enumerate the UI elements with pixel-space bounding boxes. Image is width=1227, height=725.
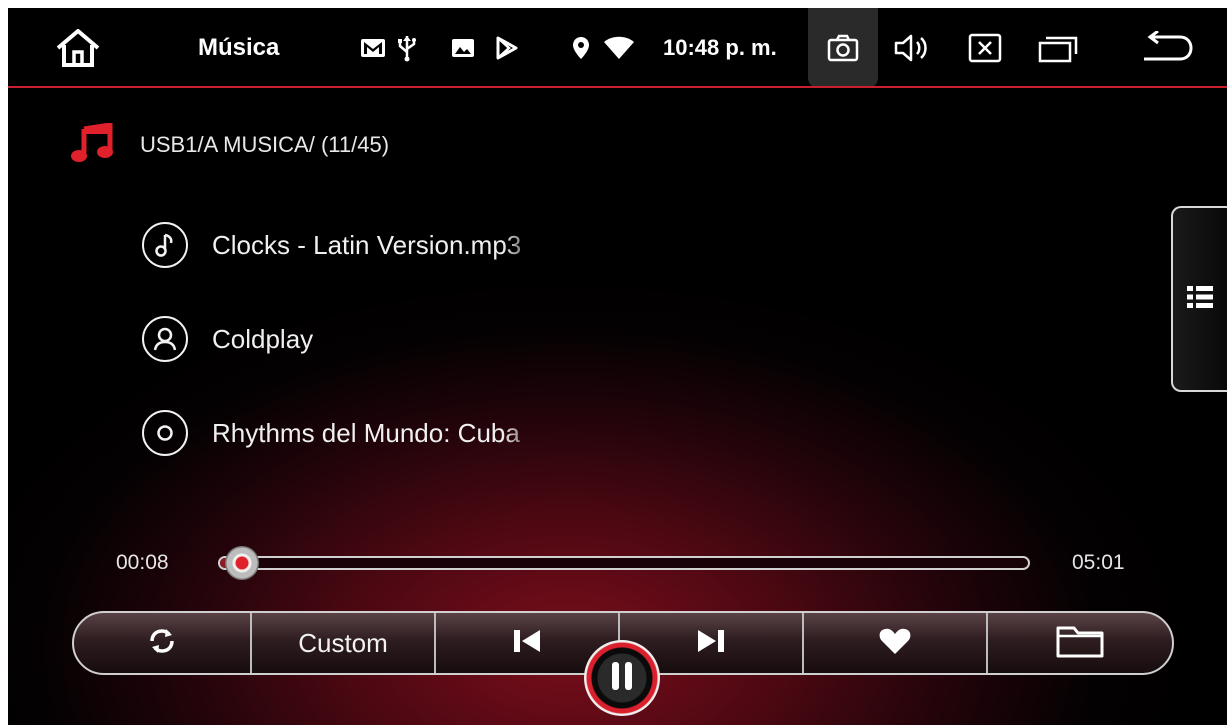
repeat-button[interactable]	[74, 613, 252, 673]
camera-icon[interactable]	[808, 8, 878, 88]
favorite-button[interactable]	[804, 613, 988, 673]
music-player-screen: Música 10:48 p. m. USB1/A MUSICA/ (11/45…	[8, 8, 1227, 725]
folder-path: USB1/A MUSICA/ (11/45)	[140, 132, 390, 157]
song-icon	[142, 222, 188, 268]
favorite-icon	[878, 626, 912, 661]
next-icon	[696, 628, 726, 659]
close-icon[interactable]	[963, 30, 1007, 66]
music-note-icon	[70, 121, 114, 168]
elapsed-time: 00:08	[116, 551, 169, 574]
volume-icon[interactable]	[888, 30, 938, 66]
repeat-icon	[145, 626, 179, 661]
list-icon	[1187, 284, 1213, 315]
time-text: 10:48 p. m.	[663, 35, 777, 60]
image-icon	[448, 30, 478, 66]
folder-button[interactable]	[988, 613, 1172, 673]
playlist-tab[interactable]	[1171, 206, 1227, 392]
back-icon[interactable]	[1136, 30, 1196, 66]
previous-icon	[512, 628, 542, 659]
location-icon	[568, 30, 594, 66]
status-bar: Música 10:48 p. m.	[8, 8, 1227, 88]
status-bar-divider	[8, 86, 1227, 88]
folder-icon	[1056, 624, 1104, 663]
seek-thumb[interactable]	[224, 546, 259, 580]
clock: 10:48 p. m.	[663, 30, 798, 66]
album-name: Rhythms del Mundo: Cuba	[212, 417, 520, 448]
total-duration: 05:01	[1072, 551, 1125, 574]
eq-custom-label: Custom	[298, 627, 388, 658]
home-icon[interactable]	[48, 29, 108, 67]
recent-apps-icon[interactable]	[1033, 30, 1083, 66]
play-store-icon	[492, 30, 522, 66]
app-title: Música	[198, 30, 308, 66]
track-title: Clocks - Latin Version.mp3	[212, 229, 522, 260]
eq-custom-button[interactable]: Custom	[252, 613, 436, 673]
usb-icon	[392, 30, 422, 66]
seek-bar[interactable]	[218, 556, 1030, 570]
track-title-row: Clocks - Latin Version.mp3	[142, 220, 542, 270]
app-title-text: Música	[198, 34, 280, 61]
gmail-icon	[358, 30, 388, 66]
folder-path-row: USB1/A MUSICA/ (11/45)	[70, 120, 389, 170]
pause-button[interactable]	[584, 640, 660, 716]
wifi-icon	[602, 30, 636, 66]
artist-name: Coldplay	[212, 323, 314, 354]
album-icon	[142, 410, 188, 456]
album-row: Rhythms del Mundo: Cuba	[142, 408, 542, 458]
artist-icon	[142, 316, 188, 362]
artist-row: Coldplay	[142, 314, 542, 364]
pause-icon	[607, 659, 637, 698]
